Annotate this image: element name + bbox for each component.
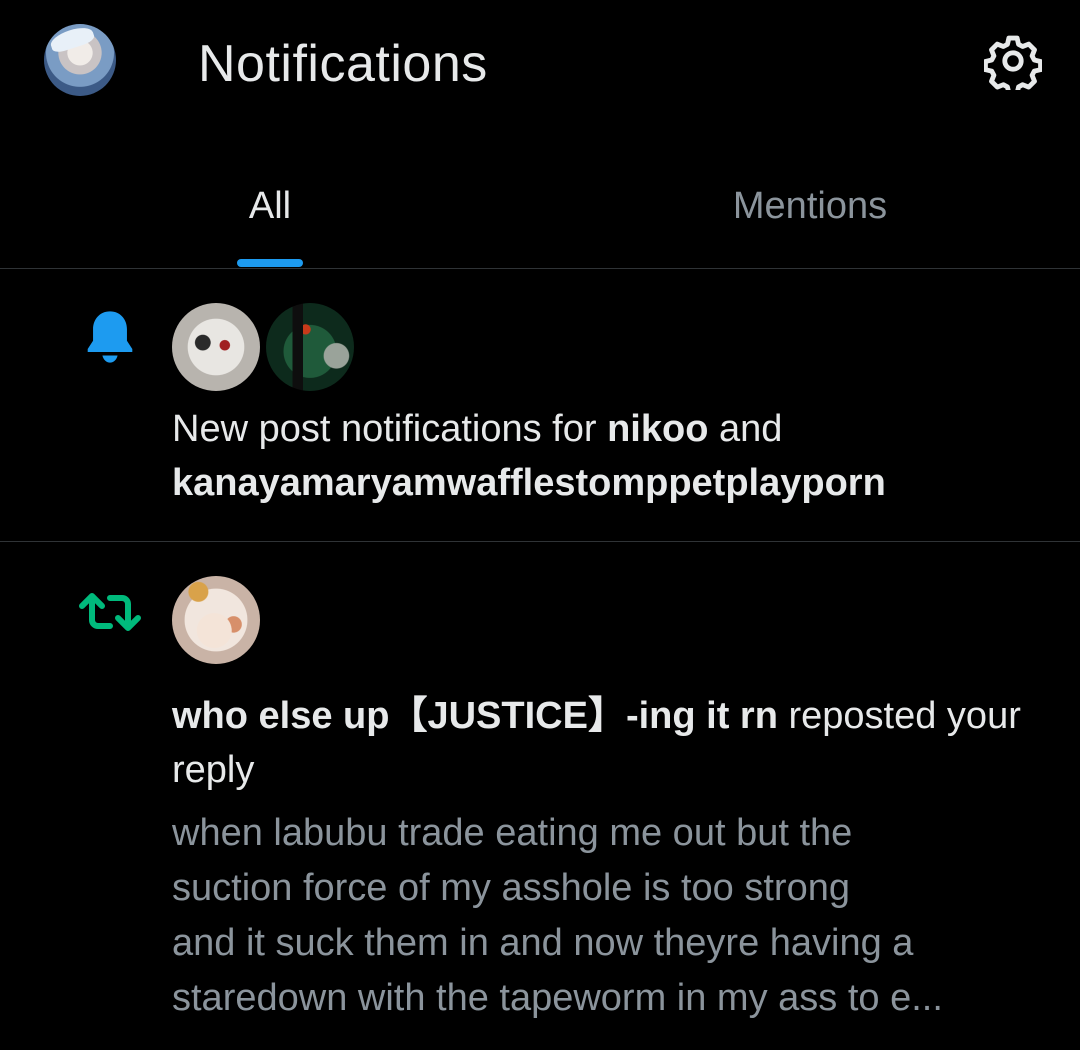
tab-bar: All Mentions	[0, 150, 1080, 269]
bell-icon	[87, 311, 133, 363]
avatar[interactable]	[172, 576, 260, 664]
tab-all[interactable]: All	[0, 150, 540, 268]
page-title: Notifications	[198, 35, 488, 93]
notification-text: New post notifications for nikoo and kana…	[172, 402, 1052, 510]
avatar[interactable]	[172, 303, 260, 391]
notification-type-icon	[78, 305, 142, 369]
avatar[interactable]	[266, 303, 354, 391]
notification-text-prefix: New post notifications for	[172, 408, 608, 450]
gear-icon	[984, 35, 1042, 90]
profile-avatar[interactable]	[44, 24, 116, 96]
tab-mentions[interactable]: Mentions	[540, 150, 1080, 268]
active-tab-indicator	[237, 259, 303, 267]
notification-type-icon	[76, 578, 144, 646]
settings-button[interactable]	[980, 28, 1046, 94]
notification-text-middle: and	[708, 408, 783, 450]
username-link[interactable]: nikoo	[607, 408, 708, 450]
reply-snippet[interactable]: when labubu trade eating me out but the …	[172, 806, 1052, 1026]
notification-item[interactable]: New post notifications for nikoo and kana…	[0, 269, 1080, 542]
tab-mentions-label: Mentions	[732, 185, 888, 227]
notification-item[interactable]: who else up【JUSTICE】-ing it rn reposted …	[0, 542, 1080, 1050]
header: Notifications	[0, 0, 1080, 130]
repost-icon	[79, 593, 141, 631]
tab-all-label: All	[248, 185, 292, 227]
username-link[interactable]: who else up【JUSTICE】-ing it rn	[172, 695, 778, 737]
avatar-hat-decoration	[48, 24, 96, 55]
username-link[interactable]: kanayamaryamwafflestomppetplayporn	[172, 462, 886, 504]
notification-text: who else up【JUSTICE】-ing it rn reposted …	[172, 689, 1052, 797]
